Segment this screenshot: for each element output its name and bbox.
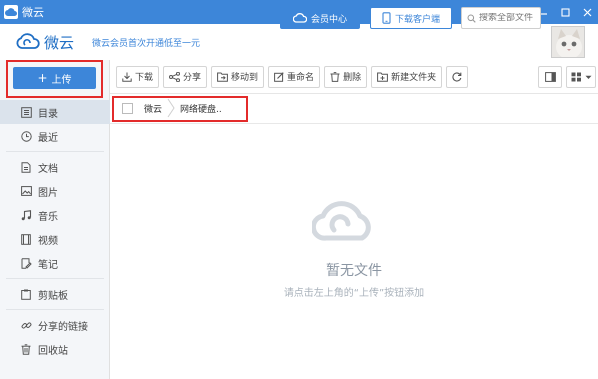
sidebar-item-shared-links[interactable]: 分享的链接 [0,313,110,337]
phone-icon [382,12,391,24]
upload-label: 上传 [51,74,72,86]
list-icon [20,106,32,118]
breadcrumb-current[interactable]: 网络硬盘.. [180,102,222,115]
divider [6,309,104,310]
sidebar-item-recent[interactable]: 最近 [0,124,110,148]
sidebar-item-recycle-bin[interactable]: 回收站 [0,337,110,361]
sidebar-item-music[interactable]: 音乐 [0,203,110,227]
sidebar-item-documents[interactable]: 文档 [0,155,110,179]
download-client-button[interactable]: 下载客户端 [370,7,452,29]
select-all-checkbox[interactable] [122,103,133,114]
vip-center-button[interactable]: 会员中心 [280,7,360,29]
link-icon [20,319,32,331]
divider [6,151,104,152]
video-icon [20,233,32,245]
move-to-label: 移动到 [231,73,259,83]
clock-icon [20,130,32,142]
detail-view-button[interactable] [538,66,562,88]
brand-name: 微云 [44,33,75,52]
window-title: 微云 [22,6,44,19]
empty-state-hint: 请点击左上角的“上传”按钮添加 [283,288,425,299]
header: 微云 微云会员首次开通低至一元 [0,24,598,60]
trash-icon [20,343,32,355]
image-icon [20,185,32,197]
clipboard-icon [20,288,32,300]
move-folder-icon [217,72,228,82]
avatar[interactable] [551,26,585,58]
panel-icon [544,72,556,82]
vip-center-label: 会员中心 [310,14,347,25]
view-mode-dropdown[interactable] [566,66,596,88]
new-folder-label: 新建文件夹 [391,73,437,83]
note-icon [20,257,32,269]
refresh-button[interactable] [446,65,469,88]
share-icon [169,71,181,82]
sidebar-item-label: 视频 [38,235,58,247]
sidebar-item-directory[interactable]: 目录 [0,100,110,124]
sidebar: + 上传 目录 最近 文档 图片 音乐 视频 笔记 剪贴板 分享的链接 回收站 [0,60,110,379]
delete-button[interactable]: 删除 [324,65,368,88]
upload-button[interactable]: + 上传 [13,67,96,89]
empty-cloud-icon [312,201,371,241]
maximize-button[interactable] [554,0,576,24]
download-icon [122,72,132,82]
plus-icon: + [37,71,48,85]
sidebar-item-label: 笔记 [38,259,58,271]
sidebar-item-label: 剪贴板 [38,290,68,302]
sidebar-item-images[interactable]: 图片 [0,179,110,203]
sidebar-item-video[interactable]: 视频 [0,227,110,251]
new-folder-button[interactable]: 新建文件夹 [371,65,443,88]
sidebar-item-label: 最近 [38,132,58,144]
breadcrumb-separator-icon [167,98,175,118]
delete-label: 删除 [343,73,362,83]
sidebar-item-notes[interactable]: 笔记 [0,251,110,275]
sidebar-nav: 目录 最近 文档 图片 音乐 视频 笔记 剪贴板 分享的链接 回收站 [0,100,110,361]
share-button[interactable]: 分享 [163,65,208,88]
divider [6,278,104,279]
sidebar-item-label: 图片 [38,187,58,199]
search-box[interactable] [461,7,541,29]
rename-label: 重命名 [287,73,315,83]
search-icon [467,14,476,23]
sidebar-item-label: 分享的链接 [38,321,88,333]
file-list-area: 暂无文件 请点击左上角的“上传”按钮添加 [110,124,598,379]
search-input[interactable] [479,13,539,23]
app-logo-icon [4,5,18,19]
breadcrumb-root[interactable]: 微云 [144,102,162,115]
sidebar-item-label: 回收站 [38,345,68,357]
sidebar-item-label: 目录 [38,108,58,120]
move-to-button[interactable]: 移动到 [211,65,265,88]
chevron-down-icon [585,75,591,79]
share-label: 分享 [183,73,202,83]
toolbar: 下载 分享 移动到 重命名 删除 新建文件夹 [110,60,598,94]
sidebar-item-label: 音乐 [38,211,58,223]
grid-icon [571,72,581,82]
download-label: 下载 [135,73,154,83]
close-button[interactable] [576,0,598,24]
sidebar-item-label: 文档 [38,163,58,175]
download-client-label: 下载客户端 [394,14,440,25]
brand[interactable]: 微云 [16,32,74,53]
weiyun-logo-icon [16,33,40,49]
vip-promo-link[interactable]: 微云会员首次开通低至一元 [92,36,200,49]
avatar-image [552,27,584,57]
document-icon [20,161,32,173]
sidebar-item-clipboard[interactable]: 剪贴板 [0,282,110,306]
trash-icon [330,71,340,82]
empty-state-title: 暂无文件 [326,263,382,279]
refresh-icon [452,71,462,82]
cloud-icon [292,13,307,23]
new-folder-icon [377,72,388,82]
music-icon [20,209,32,221]
upload-highlight-frame: + 上传 [6,60,103,98]
breadcrumb-bar: 微云 网络硬盘.. [110,94,598,124]
edit-icon [274,71,284,82]
download-button[interactable]: 下载 [116,65,160,88]
rename-button[interactable]: 重命名 [268,65,321,88]
